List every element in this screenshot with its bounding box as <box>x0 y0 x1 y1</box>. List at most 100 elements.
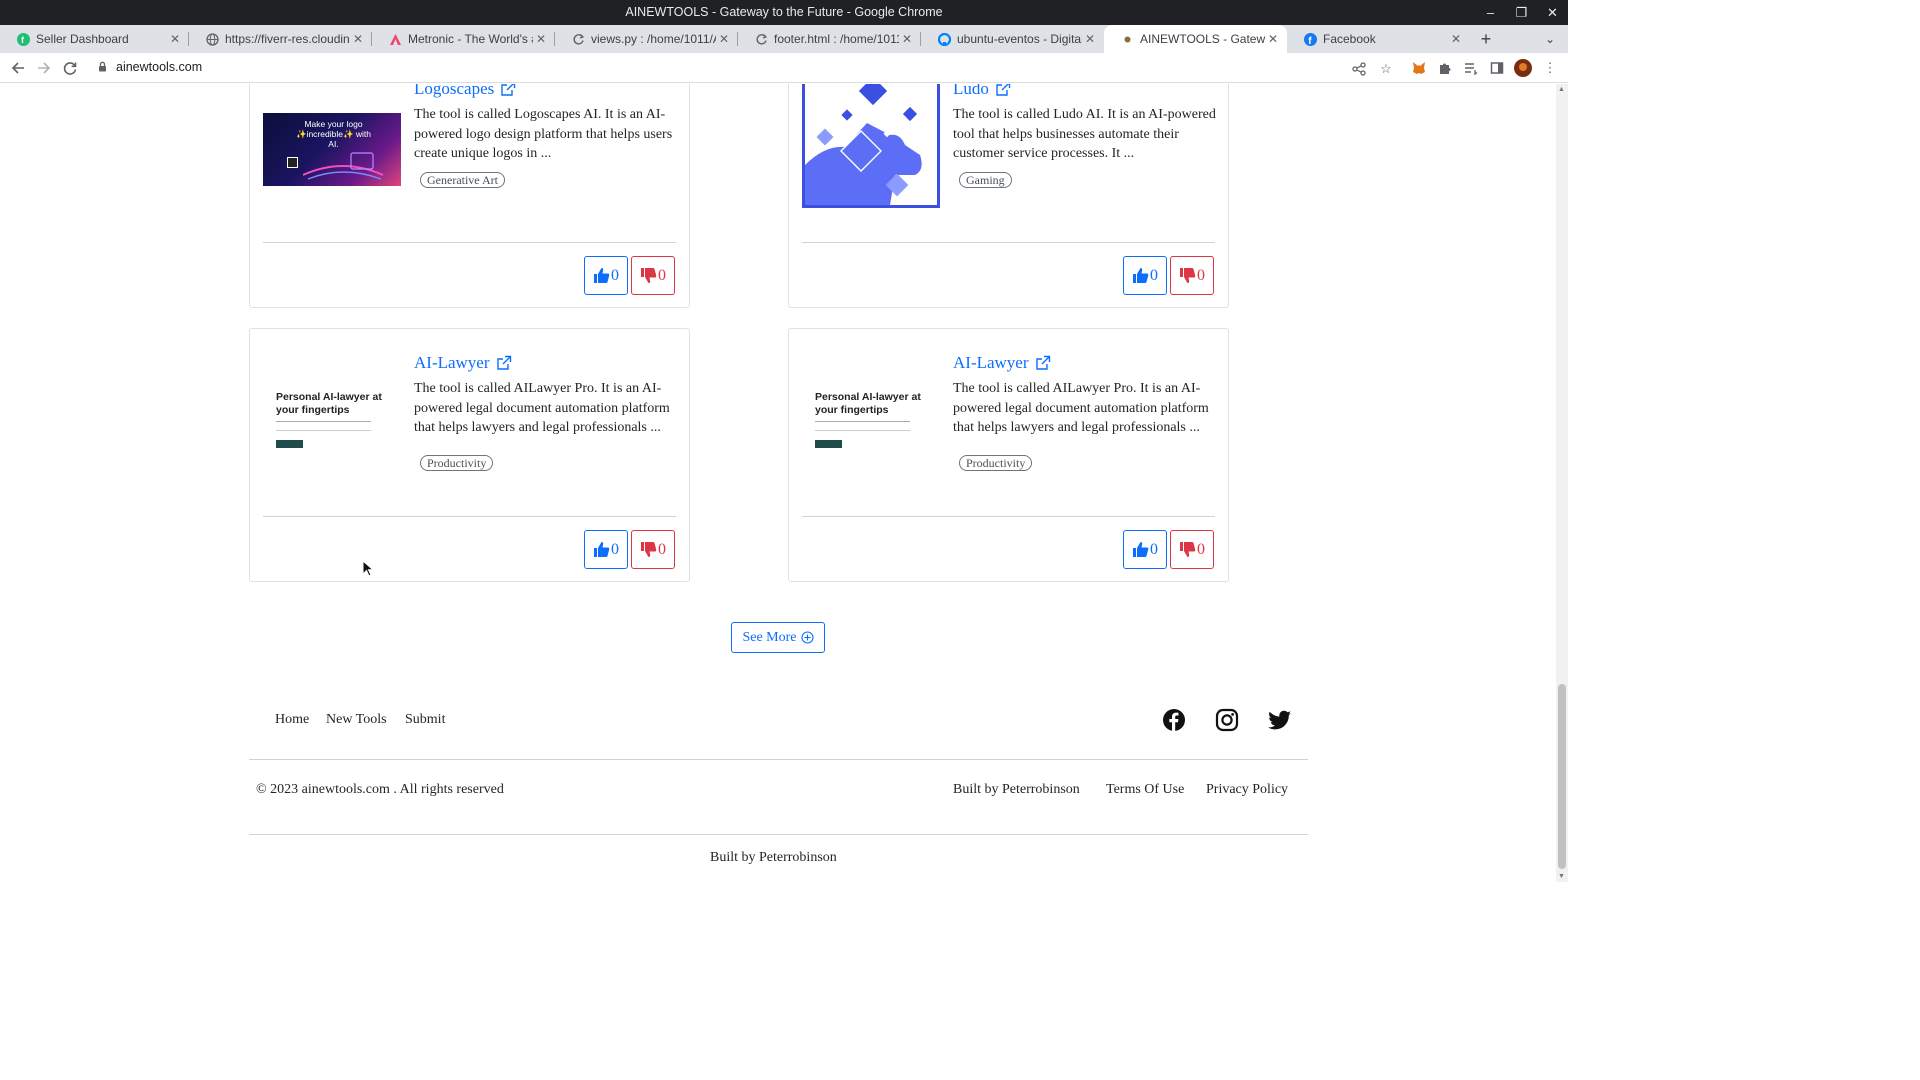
thumbs-down-icon <box>1180 268 1196 283</box>
tab-metronic[interactable]: Metronic - The World's #1 ✕ <box>372 25 555 53</box>
new-tab-button[interactable]: + <box>1476 25 1496 53</box>
footer-link-submit[interactable]: Submit <box>405 712 445 728</box>
tab-seller-dashboard[interactable]: f Seller Dashboard ✕ <box>0 25 189 53</box>
bookmark-star-icon[interactable]: ☆ <box>1377 60 1395 78</box>
address-bar[interactable]: ainewtools.com ☆ <box>88 56 1406 80</box>
footer-link-privacy[interactable]: Privacy Policy <box>1206 782 1288 798</box>
like-button[interactable]: 0 <box>1123 256 1167 295</box>
refresh-icon <box>754 32 768 46</box>
footer-link-new-tools[interactable]: New Tools <box>326 712 387 728</box>
tab-close-icon[interactable]: ✕ <box>167 32 183 46</box>
lock-icon[interactable] <box>98 61 107 75</box>
tab-close-icon[interactable]: ✕ <box>1448 32 1464 46</box>
card-divider <box>263 516 676 517</box>
thumbnail-body-lines <box>815 421 910 431</box>
like-count: 0 <box>611 266 619 284</box>
footer-divider <box>249 759 1308 760</box>
tool-description: The tool is called Logoscapes AI. It is … <box>414 107 673 161</box>
dislike-count: 0 <box>1197 266 1205 284</box>
browser-toolbar: ainewtools.com ☆ ⋮ <box>0 53 1568 83</box>
see-more-button[interactable]: See More <box>731 622 825 653</box>
page-scrollbar[interactable]: ▲ ▼ <box>1556 84 1568 882</box>
tab-digitalocean[interactable]: ubuntu-eventos - DigitalO ✕ <box>921 25 1104 53</box>
thumbnail-caption: Personal AI-lawyer at your fingertips <box>276 391 382 416</box>
tab-close-icon[interactable]: ✕ <box>1265 32 1281 46</box>
footer-link-terms[interactable]: Terms Of Use <box>1106 782 1184 798</box>
scrollbar-thumb[interactable] <box>1558 684 1566 869</box>
thumbnail-body-lines <box>276 421 371 431</box>
close-window-icon[interactable]: ✕ <box>1537 0 1568 25</box>
tool-description: The tool is called AILawyer Pro. It is a… <box>414 381 670 435</box>
extensions-puzzle-icon[interactable] <box>1436 59 1454 77</box>
dislike-count: 0 <box>1197 540 1205 558</box>
twitter-icon[interactable] <box>1268 708 1292 732</box>
reload-button[interactable] <box>59 57 81 79</box>
tab-close-icon[interactable]: ✕ <box>533 32 549 46</box>
like-count: 0 <box>1150 540 1158 558</box>
thumbs-up-icon <box>594 268 610 283</box>
profile-avatar[interactable] <box>1514 59 1532 77</box>
tab-views-py[interactable]: views.py : /home/1011/AI- ✕ <box>555 25 738 53</box>
dislike-button[interactable]: 0 <box>1170 530 1214 569</box>
side-panel-icon[interactable] <box>1488 59 1506 77</box>
thumbs-down-icon <box>641 268 657 283</box>
tool-title-link[interactable]: Logoscapes <box>414 84 516 99</box>
tool-title-link[interactable]: AI-Lawyer <box>953 353 1051 373</box>
thumbnail-caption: Make your logo ✨incredible✨ with AI. <box>295 119 372 149</box>
scroll-up-icon[interactable]: ▲ <box>1558 86 1565 93</box>
like-count: 0 <box>1150 266 1158 284</box>
forward-button[interactable] <box>33 57 55 79</box>
tab-fiverr-res[interactable]: https://fiverr-res.cloudinar ✕ <box>189 25 372 53</box>
like-button[interactable]: 0 <box>584 530 628 569</box>
like-button[interactable]: 0 <box>1123 530 1167 569</box>
dislike-button[interactable]: 0 <box>1170 256 1214 295</box>
ai-lawyer-thumbnail[interactable]: Personal AI-lawyer at your fingertips <box>802 375 940 467</box>
back-button[interactable] <box>7 57 29 79</box>
like-button[interactable]: 0 <box>584 256 628 295</box>
external-link-icon <box>501 84 516 96</box>
footer-bottom-divider <box>249 834 1308 835</box>
tool-title-link[interactable]: Ludo <box>953 84 1011 99</box>
scroll-down-icon[interactable]: ▼ <box>1558 873 1565 880</box>
tab-close-icon[interactable]: ✕ <box>716 32 732 46</box>
share-icon[interactable] <box>1350 60 1368 78</box>
facebook-icon[interactable] <box>1162 708 1186 732</box>
category-tag[interactable]: Productivity <box>420 455 494 471</box>
tab-facebook[interactable]: f Facebook ✕ <box>1287 25 1470 53</box>
dislike-button[interactable]: 0 <box>631 530 675 569</box>
tab-close-icon[interactable]: ✕ <box>899 32 915 46</box>
fiverr-icon: f <box>16 32 30 46</box>
thumbs-up-icon <box>1133 268 1149 283</box>
footer-link-home[interactable]: Home <box>275 712 309 728</box>
tool-description: The tool is called AILawyer Pro. It is a… <box>953 381 1209 435</box>
thumbs-up-icon <box>1133 542 1149 557</box>
globe-icon <box>205 32 219 46</box>
dislike-button[interactable]: 0 <box>631 256 675 295</box>
tab-search-icon[interactable]: ⌄ <box>1540 25 1560 53</box>
tab-close-icon[interactable]: ✕ <box>1082 32 1098 46</box>
url-text: ainewtools.com <box>116 60 203 74</box>
window-titlebar: AINEWTOOLS - Gateway to the Future - Goo… <box>0 0 1568 25</box>
tab-close-icon[interactable]: ✕ <box>350 32 366 46</box>
logoscapes-thumbnail[interactable]: Make your logo ✨incredible✨ with AI. <box>263 113 401 186</box>
footer-link-built-by[interactable]: Built by Peterrobinson <box>953 782 1080 798</box>
maximize-icon[interactable]: ❐ <box>1506 0 1537 25</box>
card-divider <box>802 242 1215 243</box>
minimize-icon[interactable]: – <box>1475 0 1506 25</box>
tool-title-link[interactable]: AI-Lawyer <box>414 353 512 373</box>
ludo-logo-graphic <box>805 84 922 205</box>
tab-ainewtools[interactable]: AINEWTOOLS - Gateway ✕ <box>1104 25 1287 53</box>
ai-lawyer-thumbnail[interactable]: Personal AI-lawyer at your fingertips <box>263 375 401 467</box>
category-tag[interactable]: Productivity <box>959 455 1033 471</box>
category-tag[interactable]: Gaming <box>959 172 1012 188</box>
chrome-menu-icon[interactable]: ⋮ <box>1541 59 1559 77</box>
metamask-extension-icon[interactable] <box>1410 59 1428 77</box>
mouse-cursor-icon <box>362 560 374 577</box>
instagram-icon[interactable] <box>1215 708 1239 732</box>
category-tag[interactable]: Generative Art <box>420 172 505 188</box>
tab-footer-html[interactable]: footer.html : /home/1011/ ✕ <box>738 25 921 53</box>
external-link-icon <box>1035 355 1050 370</box>
reading-list-icon[interactable] <box>1462 59 1480 77</box>
ludo-thumbnail[interactable] <box>802 84 940 208</box>
metronic-icon <box>388 32 402 46</box>
